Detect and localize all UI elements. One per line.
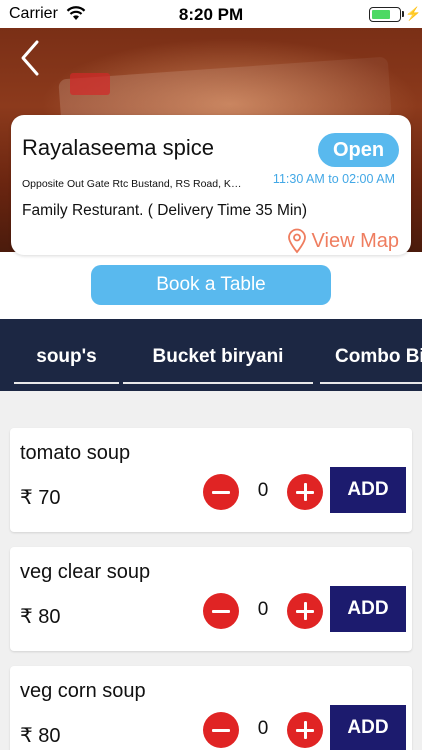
menu-item-card: veg clear soup ₹ 80 0 ADD bbox=[10, 547, 412, 651]
restaurant-info-card: Rayalaseema spice Open Opposite Out Gate… bbox=[11, 115, 411, 255]
book-table-button[interactable]: Book a Table bbox=[91, 265, 331, 305]
tab-underline bbox=[123, 382, 313, 384]
banner-sign-red bbox=[70, 73, 110, 95]
item-name: veg clear soup bbox=[20, 561, 151, 583]
increase-quantity-button[interactable] bbox=[287, 593, 323, 629]
open-status-badge: Open bbox=[318, 133, 399, 167]
battery-tip bbox=[402, 11, 404, 17]
tab-underline bbox=[14, 382, 119, 384]
view-map-label: View Map bbox=[311, 229, 399, 252]
increase-quantity-button[interactable] bbox=[287, 712, 323, 748]
category-tab-bar: soup's Bucket biryani Combo Biryani bbox=[0, 319, 422, 391]
increase-quantity-button[interactable] bbox=[287, 474, 323, 510]
item-name: veg corn soup bbox=[20, 680, 146, 702]
decrease-quantity-button[interactable] bbox=[203, 593, 239, 629]
map-pin-icon bbox=[287, 228, 306, 254]
item-name: tomato soup bbox=[20, 442, 131, 464]
view-map-link[interactable]: View Map bbox=[286, 228, 399, 254]
quantity-value: 0 bbox=[257, 480, 269, 501]
item-price: ₹ 70 bbox=[20, 487, 61, 509]
add-to-cart-button[interactable]: ADD bbox=[330, 705, 406, 750]
opening-hours: 11:30 AM to 02:00 AM bbox=[272, 172, 395, 186]
tab-soups[interactable]: soup's bbox=[14, 319, 119, 391]
menu-item-card: tomato soup ₹ 70 0 ADD bbox=[10, 428, 412, 532]
battery-icon bbox=[369, 7, 401, 22]
decrease-quantity-button[interactable] bbox=[203, 474, 239, 510]
charging-icon: ⚡ bbox=[405, 6, 422, 21]
clock: 8:20 PM bbox=[178, 5, 244, 24]
decrease-quantity-button[interactable] bbox=[203, 712, 239, 748]
tab-label: soup's bbox=[36, 346, 97, 367]
item-price: ₹ 80 bbox=[20, 606, 61, 628]
tab-label: Combo Biryani bbox=[335, 346, 422, 367]
item-price: ₹ 80 bbox=[20, 725, 61, 747]
quantity-value: 0 bbox=[257, 718, 269, 739]
add-to-cart-button[interactable]: ADD bbox=[330, 586, 406, 632]
restaurant-description: Family Resturant. ( Delivery Time 35 Min… bbox=[22, 202, 308, 219]
quantity-value: 0 bbox=[257, 599, 269, 620]
restaurant-name: Rayalaseema spice bbox=[22, 135, 214, 160]
tab-combo-biryani[interactable]: Combo Biryani bbox=[320, 319, 422, 391]
restaurant-address: Opposite Out Gate Rtc Bustand, RS Road, … bbox=[22, 178, 247, 190]
back-arrow-icon[interactable] bbox=[15, 38, 49, 78]
tab-underline bbox=[320, 382, 422, 384]
menu-item-list: tomato soup ₹ 70 0 ADD veg clear soup ₹ … bbox=[0, 391, 422, 750]
tab-bucket-biryani[interactable]: Bucket biryani bbox=[123, 319, 313, 391]
add-to-cart-button[interactable]: ADD bbox=[330, 467, 406, 513]
tab-label: Bucket biryani bbox=[152, 346, 284, 367]
status-bar: Carrier 8:20 PM ⚡ bbox=[0, 0, 422, 28]
menu-item-card: veg corn soup ₹ 80 0 ADD bbox=[10, 666, 412, 750]
